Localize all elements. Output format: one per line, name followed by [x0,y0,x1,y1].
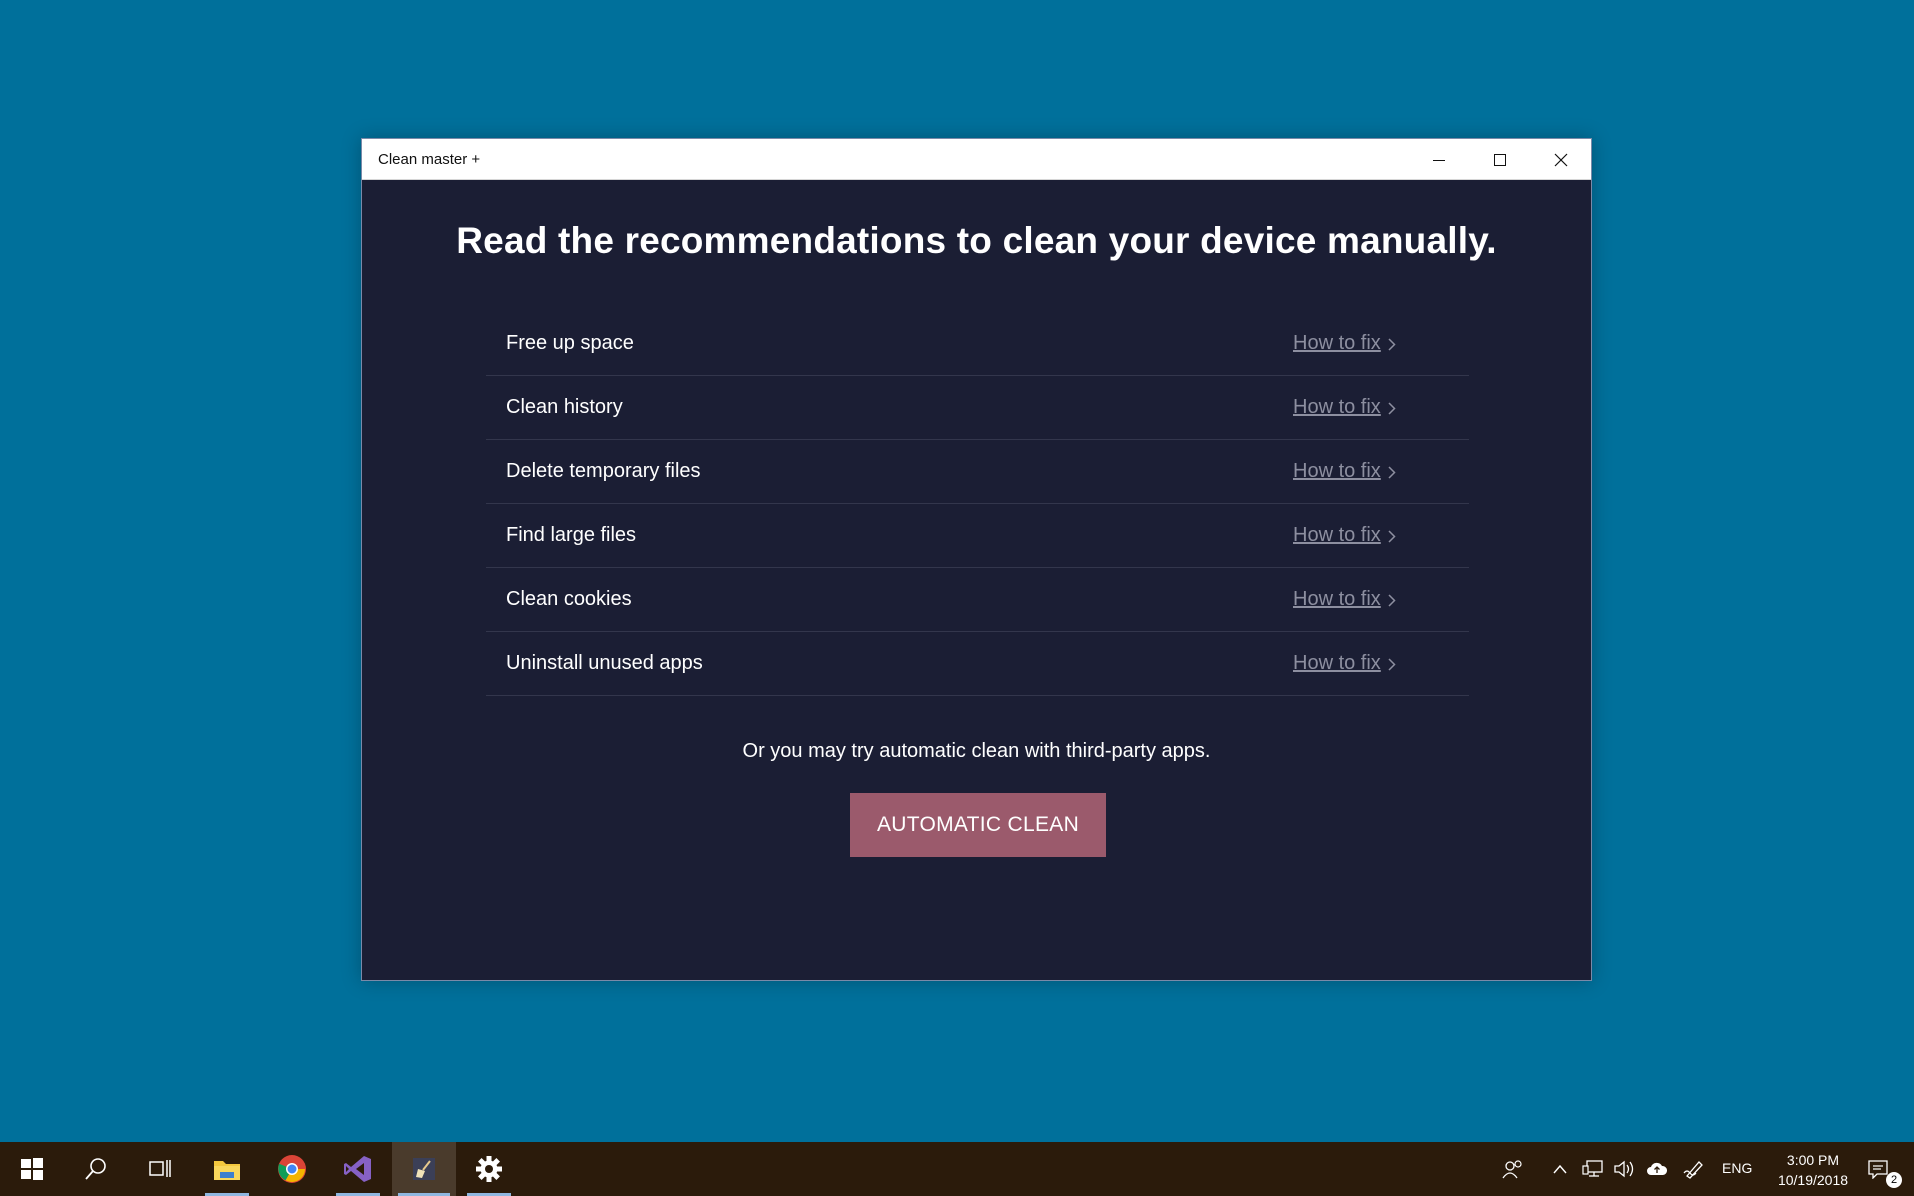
recommendation-label: Clean cookies [506,588,632,610]
maximize-icon [1494,153,1506,166]
automatic-clean-button[interactable]: AUTOMATIC CLEAN [850,793,1106,857]
alternative-text: Or you may try automatic clean with thir… [742,740,1211,762]
recommendation-row-clean-history[interactable]: Clean history How to fix [486,376,1469,440]
start-button[interactable] [4,1142,60,1196]
windows-start-icon [21,1158,43,1180]
recommendation-row-clean-cookies[interactable]: Clean cookies How to fix [486,568,1469,632]
window-title: Clean master + [378,151,481,168]
taskbar-chrome[interactable] [264,1142,320,1196]
taskbar-file-explorer[interactable] [199,1142,255,1196]
app-window: Clean master + Read the recommendations … [361,138,1592,981]
how-to-fix-link[interactable]: How to fix [1293,332,1381,355]
search-button[interactable] [68,1142,124,1196]
how-to-fix-link[interactable]: How to fix [1293,396,1381,419]
chevron-up-icon[interactable] [1548,1158,1572,1180]
taskbar-clean-master[interactable] [392,1142,456,1196]
chevron-right-icon [1388,338,1396,351]
recommendation-row-free-up-space[interactable]: Free up space How to fix [486,312,1469,376]
recommendation-label: Find large files [506,524,637,546]
window-content: Read the recommendations to clean your d… [362,180,1591,980]
clock-date[interactable]: 10/19/2018 [1765,1172,1861,1188]
recommendation-label: Free up space [506,332,634,354]
pen-ink-icon[interactable] [1682,1158,1706,1180]
maximize-button[interactable] [1470,139,1530,180]
page-title: Read the recommendations to clean your d… [456,220,1497,261]
recommendation-row-delete-temporary-files[interactable]: Delete temporary files How to fix [486,440,1469,504]
file-explorer-icon [214,1161,240,1180]
recommendation-row-uninstall-unused-apps[interactable]: Uninstall unused apps How to fix [486,632,1469,696]
close-icon [1554,153,1568,166]
task-view-icon [149,1160,171,1177]
taskbar-visual-studio[interactable] [330,1142,386,1196]
taskbar: ENG 3:00 PM 10/19/2018 2 [0,1142,1914,1196]
chevron-right-icon [1388,594,1396,607]
minimize-icon [1433,159,1445,161]
recommendation-list: Free up space How to fix Clean history H… [486,312,1469,696]
chrome-icon [278,1155,306,1183]
network-icon[interactable] [1581,1158,1605,1180]
recommendation-label: Uninstall unused apps [506,652,703,674]
how-to-fix-link[interactable]: How to fix [1293,524,1381,547]
how-to-fix-link[interactable]: How to fix [1293,652,1381,675]
chevron-right-icon [1388,402,1396,415]
recommendation-label: Delete temporary files [506,460,701,482]
close-button[interactable] [1531,139,1591,180]
cloud-icon[interactable] [1645,1158,1669,1180]
recommendation-row-find-large-files[interactable]: Find large files How to fix [486,504,1469,568]
how-to-fix-link[interactable]: How to fix [1293,460,1381,483]
taskbar-settings[interactable] [461,1142,517,1196]
people-icon[interactable] [1501,1158,1525,1180]
chevron-right-icon [1388,658,1396,671]
task-view-button[interactable] [132,1142,188,1196]
settings-gear-icon [476,1156,502,1182]
search-icon [85,1158,106,1180]
visual-studio-icon [344,1156,371,1182]
clock-time[interactable]: 3:00 PM [1777,1152,1849,1168]
notification-count-badge: 2 [1886,1172,1902,1188]
language-indicator[interactable]: ENG [1722,1160,1752,1176]
recommendation-label: Clean history [506,396,623,418]
how-to-fix-link[interactable]: How to fix [1293,588,1381,611]
title-bar[interactable]: Clean master + [362,139,1591,180]
clean-master-icon [413,1158,435,1180]
volume-icon[interactable] [1612,1158,1636,1180]
minimize-button[interactable] [1409,139,1469,180]
chevron-right-icon [1388,530,1396,543]
chevron-right-icon [1388,466,1396,479]
